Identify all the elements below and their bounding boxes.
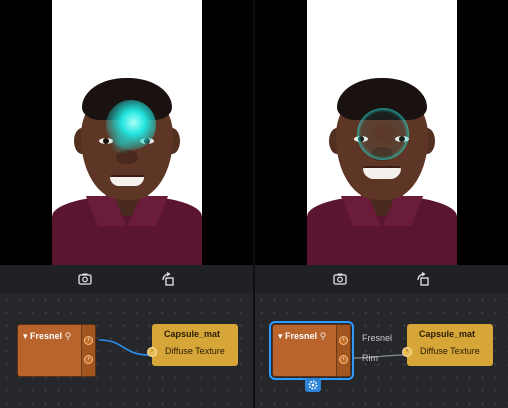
fresnel-node-header: ▾ Fresnel ⚲: [23, 331, 71, 342]
diffuse-texture-label: Diffuse Texture: [165, 346, 225, 356]
mouth: [363, 166, 401, 179]
rotate-icon[interactable]: [160, 271, 176, 287]
capsule-mat-node[interactable]: Capsule_mat › Diffuse Texture: [402, 324, 493, 366]
fresnel-node[interactable]: ▾ Fresnel ⚲ › ›: [17, 324, 96, 377]
caret-down-icon[interactable]: ▾: [23, 331, 28, 341]
diffuse-texture-label: Diffuse Texture: [420, 346, 480, 356]
camera-viewport[interactable]: [255, 0, 508, 265]
fresnel-glow-trail: [110, 132, 134, 154]
fresnel-node[interactable]: ▾ Fresnel ⚲ › ›: [269, 321, 354, 380]
fresnel-node-header: ▾ Fresnel ⚲: [278, 331, 326, 342]
camera-flip-icon[interactable]: [77, 271, 93, 287]
diffuse-texture-input-port[interactable]: ›: [147, 347, 157, 357]
rotate-icon[interactable]: [415, 271, 431, 287]
diffuse-texture-input-port[interactable]: ›: [402, 347, 412, 357]
fresnel-output-port[interactable]: ›: [84, 336, 93, 345]
gear-icon: [308, 380, 318, 390]
fresnel-port-strip: [336, 325, 350, 376]
camera-viewport[interactable]: [0, 0, 253, 265]
preview-panel-right: ▾ Fresnel ⚲ › › Fresnel Rim Capsule_mat …: [255, 0, 508, 408]
preview-panel-left: ▾ Fresnel ⚲ › › Capsule_mat › Diffuse Te…: [0, 0, 253, 408]
capsule-mat-node-title: Capsule_mat: [164, 329, 221, 339]
camera-toolbar: [255, 265, 508, 293]
face-preview-photo: [52, 0, 202, 265]
camera-toolbar: [0, 265, 253, 293]
fresnel-node-title: Fresnel: [285, 331, 318, 341]
rim-output-label: Rim: [362, 353, 378, 363]
camera-flip-icon[interactable]: [332, 271, 348, 287]
face-preview-photo: [307, 0, 457, 265]
rim-glow-effect: [357, 108, 409, 160]
capsule-mat-node[interactable]: Capsule_mat › Diffuse Texture: [147, 324, 238, 366]
fresnel-output-label: Fresnel: [362, 333, 393, 343]
link-icon: ⚲: [64, 331, 72, 341]
capsule-mat-node-title: Capsule_mat: [419, 329, 476, 339]
mouth: [110, 175, 144, 186]
patch-editor-graph[interactable]: ▾ Fresnel ⚲ › › Capsule_mat › Diffuse Te…: [0, 293, 253, 408]
rim-output-port[interactable]: ›: [339, 355, 348, 364]
fresnel-node-title: Fresnel: [30, 331, 63, 341]
fresnel-output-port[interactable]: ›: [339, 336, 348, 345]
fresnel-port-strip: [81, 325, 95, 376]
caret-down-icon[interactable]: ▾: [278, 331, 283, 341]
rim-output-port[interactable]: ›: [84, 355, 93, 364]
node-settings-button[interactable]: [305, 378, 321, 392]
patch-editor-graph[interactable]: ▾ Fresnel ⚲ › › Fresnel Rim Capsule_mat …: [255, 293, 508, 408]
link-icon: ⚲: [319, 331, 327, 341]
